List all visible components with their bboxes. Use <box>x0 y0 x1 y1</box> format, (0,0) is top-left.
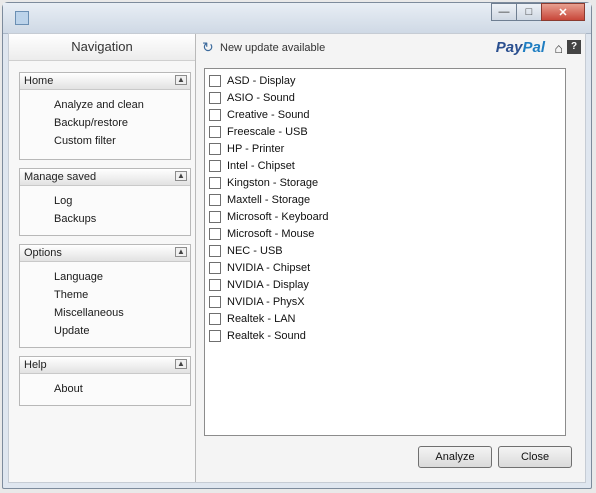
checkbox[interactable] <box>209 126 221 138</box>
help-icon[interactable]: ? <box>567 40 581 54</box>
list-item-label: NVIDIA - PhysX <box>227 296 305 308</box>
nav-group-header-label: Options <box>24 247 62 259</box>
list-item[interactable]: NVIDIA - Display <box>205 277 565 294</box>
collapse-icon[interactable]: ▲ <box>175 247 187 257</box>
nav-item-update[interactable]: Update <box>20 322 190 340</box>
list-item[interactable]: Microsoft - Mouse <box>205 226 565 243</box>
checkbox[interactable] <box>209 296 221 308</box>
nav-item-language[interactable]: Language <box>20 268 190 286</box>
paypal-logo-part: Pay <box>495 39 523 56</box>
list-item[interactable]: Freescale - USB <box>205 124 565 141</box>
list-item-label: NVIDIA - Display <box>227 279 309 291</box>
nav-item-miscellaneous[interactable]: Miscellaneous <box>20 304 190 322</box>
client-area: Navigation Home ▲ Analyze and clean Back… <box>8 33 586 483</box>
update-available-link[interactable]: New update available <box>220 42 325 54</box>
nav-item-custom-filter[interactable]: Custom filter <box>20 132 190 150</box>
list-item[interactable]: ASD - Display <box>205 73 565 90</box>
nav-group-header[interactable]: Options ▲ <box>20 245 190 262</box>
nav-item-about[interactable]: About <box>20 380 190 398</box>
checkbox[interactable] <box>209 330 221 342</box>
nav-group-header[interactable]: Home ▲ <box>20 73 190 90</box>
nav-group-help: Help ▲ About <box>19 356 191 406</box>
list-item-label: Microsoft - Keyboard <box>227 211 329 223</box>
nav-group-header[interactable]: Manage saved ▲ <box>20 169 190 186</box>
list-item-label: Freescale - USB <box>227 126 308 138</box>
title-bar[interactable]: — □ ✕ <box>3 3 591 34</box>
checkbox[interactable] <box>209 313 221 325</box>
nav-item-backups[interactable]: Backups <box>20 210 190 228</box>
close-button[interactable]: Close <box>498 446 572 468</box>
checkbox[interactable] <box>209 211 221 223</box>
refresh-icon[interactable]: ↻ <box>202 40 216 54</box>
close-window-button[interactable]: ✕ <box>541 3 585 21</box>
nav-group-header-label: Manage saved <box>24 171 97 183</box>
navigation-pane: Navigation Home ▲ Analyze and clean Back… <box>9 34 196 482</box>
checkbox[interactable] <box>209 143 221 155</box>
list-item-label: Maxtell - Storage <box>227 194 311 206</box>
nav-group-options: Options ▲ Language Theme Miscellaneous U… <box>19 244 191 348</box>
nav-item-analyze-and-clean[interactable]: Analyze and clean <box>20 96 190 114</box>
maximize-button[interactable]: □ <box>516 3 542 21</box>
collapse-icon[interactable]: ▲ <box>175 359 187 369</box>
main-pane: ↻ New update available PayPal ⌂ ? ASD - … <box>196 34 585 482</box>
navigation-title: Navigation <box>9 34 195 61</box>
list-item-label: Realtek - Sound <box>227 330 306 342</box>
list-item-label: ASD - Display <box>227 75 296 87</box>
checkbox[interactable] <box>209 109 221 121</box>
list-item[interactable]: NVIDIA - PhysX <box>205 294 565 311</box>
checkbox[interactable] <box>209 262 221 274</box>
list-item[interactable]: HP - Printer <box>205 141 565 158</box>
nav-group-manage-saved: Manage saved ▲ Log Backups <box>19 168 191 236</box>
window-controls: — □ ✕ <box>491 3 585 23</box>
list-item[interactable]: Maxtell - Storage <box>205 192 565 209</box>
list-item-label: Realtek - LAN <box>227 313 296 325</box>
checkbox[interactable] <box>209 75 221 87</box>
nav-item-log[interactable]: Log <box>20 192 190 210</box>
checkbox[interactable] <box>209 160 221 172</box>
collapse-icon[interactable]: ▲ <box>175 171 187 181</box>
checkbox[interactable] <box>209 177 221 189</box>
list-item-label: Intel - Chipset <box>227 160 295 172</box>
home-icon[interactable]: ⌂ <box>555 40 563 56</box>
device-list[interactable]: ASD - Display ASIO - Sound Creative - So… <box>204 68 566 436</box>
list-item-label: NVIDIA - Chipset <box>227 262 311 274</box>
checkbox[interactable] <box>209 245 221 257</box>
paypal-logo-part: Pal <box>522 39 545 56</box>
list-item[interactable]: Creative - Sound <box>205 107 565 124</box>
list-item[interactable]: Intel - Chipset <box>205 158 565 175</box>
checkbox[interactable] <box>209 194 221 206</box>
app-icon <box>15 11 29 25</box>
list-item-label: Creative - Sound <box>227 109 310 121</box>
nav-group-home: Home ▲ Analyze and clean Backup/restore … <box>19 72 191 160</box>
list-item[interactable]: Kingston - Storage <box>205 175 565 192</box>
checkbox[interactable] <box>209 92 221 104</box>
list-item[interactable]: Realtek - Sound <box>205 328 565 345</box>
list-item-label: Kingston - Storage <box>227 177 319 189</box>
analyze-button[interactable]: Analyze <box>418 446 492 468</box>
list-item-label: NEC - USB <box>227 245 283 257</box>
nav-group-header-label: Home <box>24 75 54 87</box>
list-item[interactable]: NEC - USB <box>205 243 565 260</box>
list-item[interactable]: NVIDIA - Chipset <box>205 260 565 277</box>
list-item-label: ASIO - Sound <box>227 92 295 104</box>
nav-item-backup-restore[interactable]: Backup/restore <box>20 114 190 132</box>
list-item[interactable]: Microsoft - Keyboard <box>205 209 565 226</box>
collapse-icon[interactable]: ▲ <box>175 75 187 85</box>
top-bar: ↻ New update available PayPal ⌂ ? <box>196 34 585 62</box>
list-item[interactable]: Realtek - LAN <box>205 311 565 328</box>
app-window: — □ ✕ Navigation Home ▲ Analyze and clea… <box>2 2 592 489</box>
nav-group-header[interactable]: Help ▲ <box>20 357 190 374</box>
paypal-donate-logo[interactable]: PayPal <box>496 39 545 56</box>
minimize-button[interactable]: — <box>491 3 517 21</box>
nav-group-header-label: Help <box>24 359 47 371</box>
list-item-label: Microsoft - Mouse <box>227 228 315 240</box>
checkbox[interactable] <box>209 228 221 240</box>
list-item-label: HP - Printer <box>227 143 285 155</box>
nav-item-theme[interactable]: Theme <box>20 286 190 304</box>
checkbox[interactable] <box>209 279 221 291</box>
list-item[interactable]: ASIO - Sound <box>205 90 565 107</box>
